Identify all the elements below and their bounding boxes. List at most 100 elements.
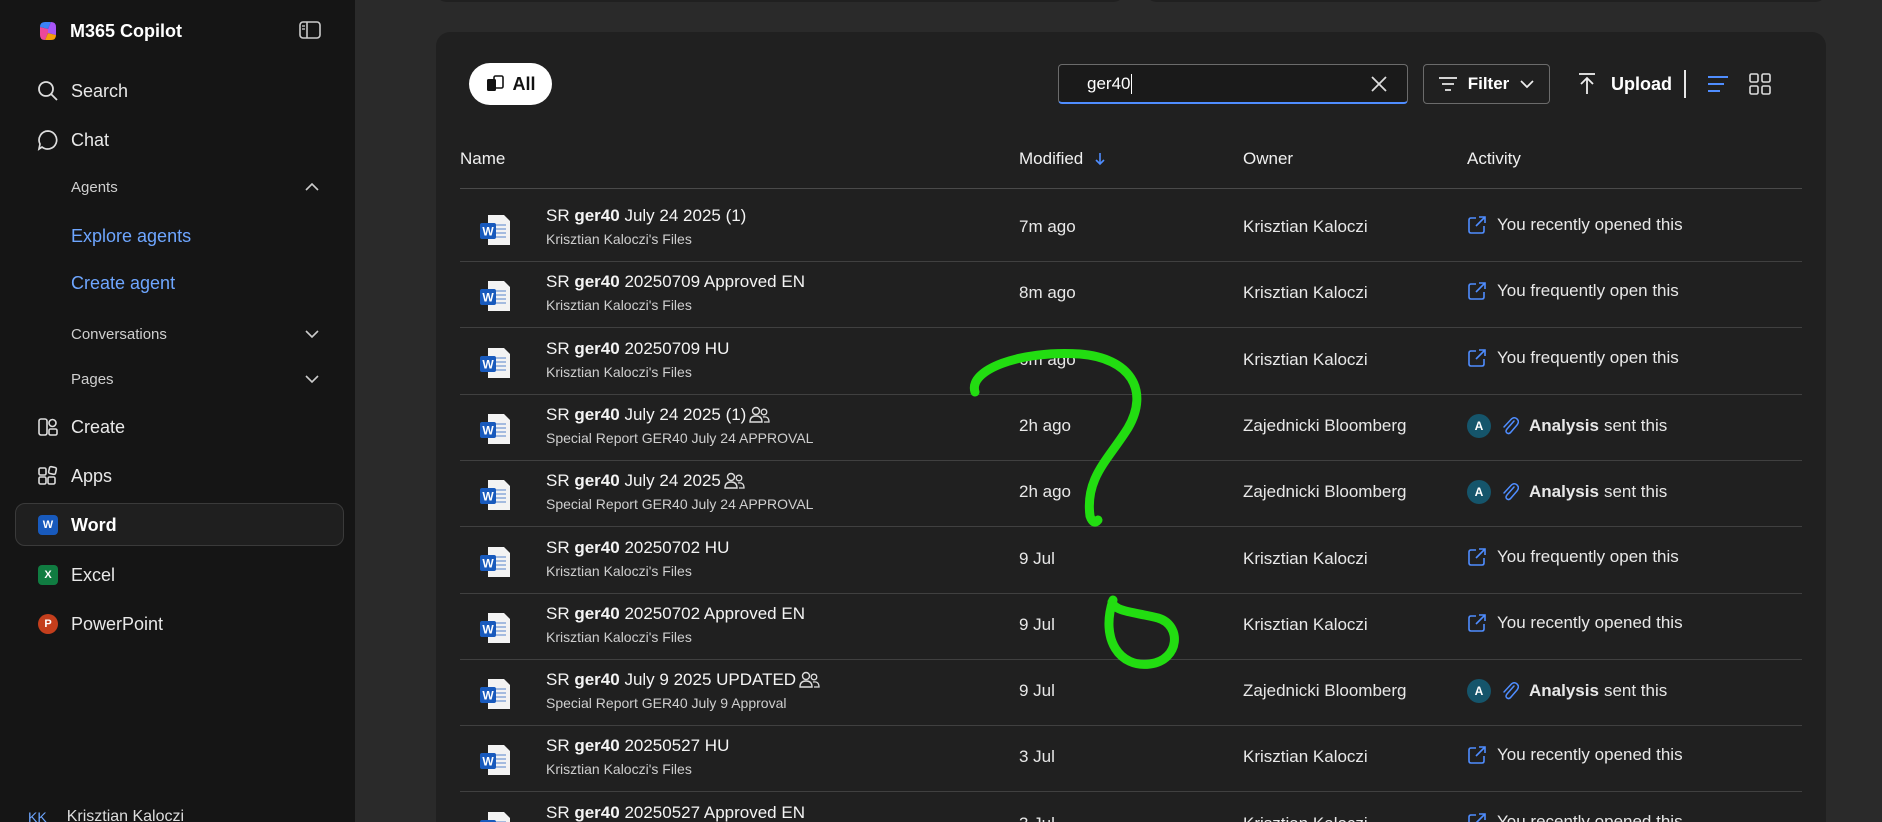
sidebar-section-conversations[interactable]: Conversations [71,321,167,347]
upload-icon [1579,73,1595,94]
file-location: Krisztian Kaloczi's Files [546,562,692,579]
column-header-label: Name [460,149,506,168]
toolbar-divider [1684,70,1686,98]
app-header: M365 Copilot [36,18,182,44]
table-row[interactable]: W SR ger40 20250527 HU Krisztian Kaloczi's… [460,726,1802,793]
list-view-icon[interactable] [1706,72,1730,96]
sidebar-item-apps[interactable]: Apps [36,461,112,491]
table-row[interactable]: W SR ger40 20250702 Approved EN Krisztian … [460,594,1802,660]
sidebar-item-excel[interactable]: X Excel [36,560,115,590]
file-name-prefix: SR [546,404,575,424]
upload-button[interactable]: Upload [1577,64,1672,104]
file-name[interactable]: SR ger40 20250709 HU [546,339,729,359]
grid-view-icon[interactable] [1748,72,1772,96]
file-name[interactable]: SR ger40 July 9 2025 UPDATED [546,670,821,690]
chevron-down-icon[interactable] [304,371,320,387]
table-row[interactable]: W SR ger40 July 9 2025 UPDATED Special Rep… [460,660,1802,727]
file-name-match: ger40 [574,206,620,225]
file-name[interactable]: SR ger40 20250527 Approved EN [546,803,805,822]
sidebar-link-create-agent[interactable]: Create agent [71,269,175,297]
activity-sender: Analysis [1529,681,1599,701]
word-document-icon: W [480,215,510,245]
sidebar-item-word[interactable]: W Word [36,510,117,540]
column-header-activity[interactable]: Activity [1467,148,1521,170]
activity-text: sent this [1603,482,1668,502]
app-title: M365 Copilot [70,20,183,41]
word-document-icon: W [480,679,510,710]
file-name-match: ger40 [574,272,620,292]
activity-text: You recently opened this [1497,612,1683,632]
file-modified: 9 Jul [1019,681,1055,701]
file-name[interactable]: SR ger40 July 24 2025 (1) [546,405,771,425]
file-name-rest: 20250702 Approved EN [619,603,805,623]
activity-text: You frequently open this [1497,347,1679,367]
table-row[interactable]: W SR ger40 20250527 Approved EN Krisztian … [460,793,1802,822]
file-modified: 3 Jul [1019,814,1055,822]
table-row[interactable]: W SR ger40 July 24 2025 (1) Krisztian Kalo… [460,196,1802,262]
sidebar-section-agents[interactable]: Agents [71,174,118,200]
column-header-modified[interactable]: Modified [1019,148,1107,170]
sidebar-item-search[interactable]: Search [36,76,128,106]
file-name[interactable]: SR ger40 20250527 HU [546,736,729,756]
attachment-icon [1503,483,1519,501]
table-row[interactable]: W SR ger40 20250702 HU Krisztian Kaloczi's… [460,528,1802,594]
chevron-up-icon[interactable] [304,179,320,195]
word-document-icon: W [480,612,510,643]
close-icon[interactable] [1369,74,1389,94]
sidebar-item-powerpoint[interactable]: P PowerPoint [36,609,163,639]
filter-button[interactable]: Filter [1423,64,1550,104]
file-location: Krisztian Kaloczi's Files [546,363,692,380]
open-external-icon [1468,613,1486,632]
file-name[interactable]: SR ger40 July 24 2025 (1) [546,206,746,226]
sidebar-link-explore-agents[interactable]: Explore agents [71,222,191,250]
file-name-rest: 20250702 HU [619,537,730,557]
file-activity: A Analysis sent this [1467,480,1668,505]
sidebar-item-create[interactable]: Create [36,412,125,442]
file-location: Special Report GER40 July 24 APPROVAL [546,429,814,446]
word-document-icon: W [480,413,510,444]
column-header-owner[interactable]: Owner [1243,148,1293,170]
svg-text:W: W [482,423,494,437]
column-header-name[interactable]: Name [460,148,505,170]
open-external-icon [1468,216,1486,234]
sidebar-item-label: Search [71,80,129,101]
file-name[interactable]: SR ger40 20250702 HU [546,538,729,558]
column-header-label: Owner [1243,149,1294,168]
top-card [1145,0,1827,2]
table-row[interactable]: W SR ger40 July 24 2025 Special Report GER… [460,461,1802,528]
file-name[interactable]: SR ger40 July 24 2025 [546,471,746,491]
file-name-match: ger40 [574,802,620,822]
table-row[interactable]: W SR ger40 20250709 HU Krisztian Kaloczi's… [460,329,1802,395]
chevron-down-icon [1520,80,1534,89]
shared-people-icon [799,671,820,688]
search-value: ger40 [1087,73,1131,93]
sidebar-item-chat[interactable]: Chat [36,125,109,155]
file-name-rest: July 9 2025 UPDATED [619,670,797,690]
user-profile[interactable]: KK Krisztian Kaloczi [28,808,184,822]
file-name[interactable]: SR ger40 20250709 Approved EN [546,272,805,292]
search-input[interactable]: ger40 [1058,64,1408,104]
file-activity: You frequently open this [1467,547,1679,567]
chevron-down-icon[interactable] [304,326,320,342]
file-name[interactable]: SR ger40 20250702 Approved EN [546,604,805,624]
file-name-prefix: SR [546,670,575,690]
sidebar-item-label: Word [71,514,117,535]
file-owner: Krisztian Kaloczi [1243,548,1368,568]
sidebar-section-pages[interactable]: Pages [71,366,114,392]
activity-sender: Analysis [1529,482,1599,502]
file-activity: A Analysis sent this [1467,679,1667,704]
filter-all-pill[interactable]: All [469,63,552,105]
activity-text: sent this [1603,415,1668,435]
file-modified: 2h ago [1019,482,1071,502]
open-external-icon [1468,282,1486,301]
file-name-rest: 20250709 HU [619,338,730,358]
filter-lines-icon [1438,77,1457,91]
table-row[interactable]: W SR ger40 20250709 Approved EN Krisztian … [460,262,1802,329]
file-modified: 9 Jul [1019,548,1055,568]
word-document-icon: W [480,347,510,378]
file-owner: Krisztian Kaloczi [1243,349,1368,369]
sidebar-toggle-icon[interactable] [298,20,322,40]
table-row[interactable]: W SR ger40 July 24 2025 (1) Special Report… [460,395,1802,461]
file-location: Krisztian Kaloczi's Files [546,628,692,645]
file-name-rest: 20250527 Approved EN [619,802,805,822]
